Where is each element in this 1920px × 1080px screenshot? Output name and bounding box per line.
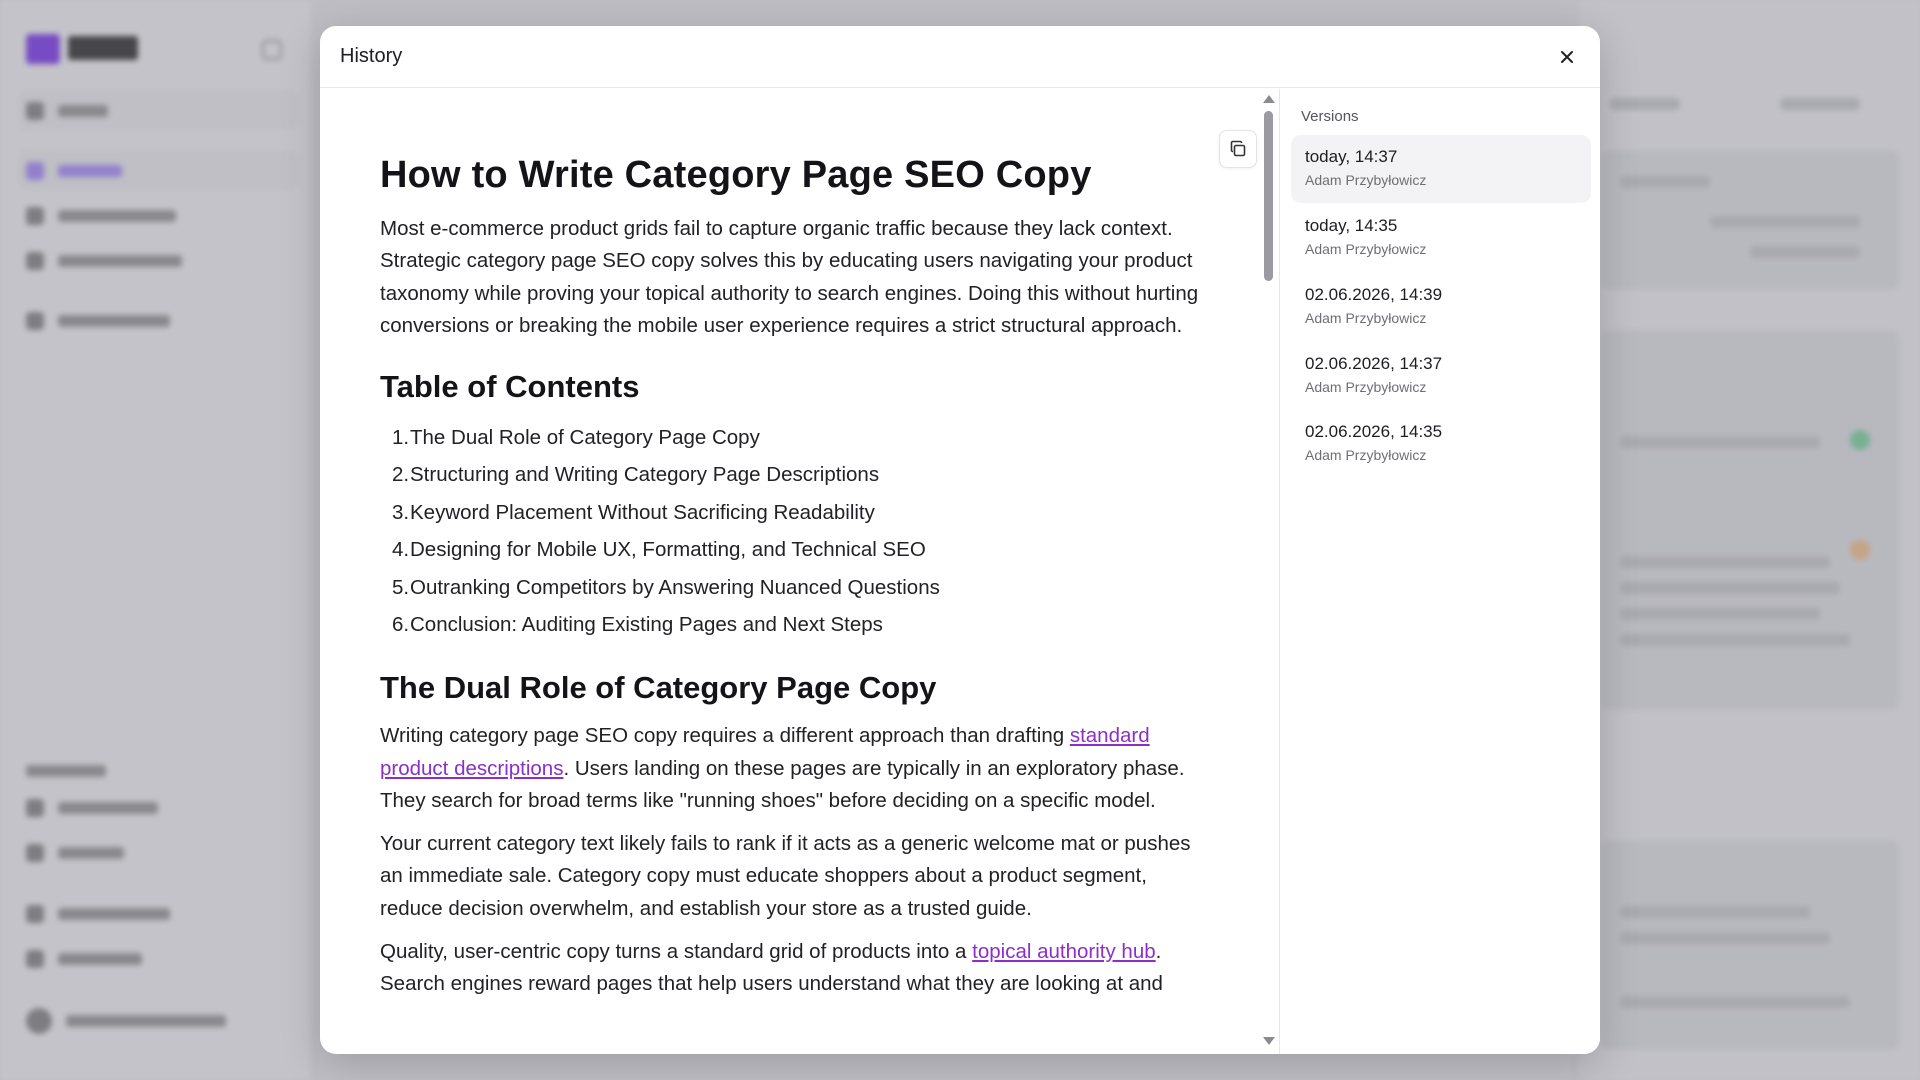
version-author: Adam Przybyłowicz <box>1305 310 1427 326</box>
article-intro-paragraph: Most e-commerce product grids fail to ca… <box>380 216 1199 338</box>
toc-item: 4.Designing for Mobile UX, Formatting, a… <box>392 538 926 562</box>
modal-title: History <box>340 45 403 67</box>
version-article: How to Write Category Page SEO Copy Most… <box>380 89 1210 1054</box>
close-icon <box>1561 51 1573 63</box>
toc-item: 2.Structuring and Writing Category Page … <box>392 463 880 487</box>
version-author: Adam Przybyłowicz <box>1305 172 1427 188</box>
content-scrollbar[interactable] <box>1260 89 1278 1054</box>
toc-item: 1.The Dual Role of Category Page Copy <box>392 425 760 449</box>
table-of-contents: 1.The Dual Role of Category Page Copy 2.… <box>380 419 1210 644</box>
article-paragraph: Writing category page SEO copy requires … <box>380 723 1185 813</box>
version-item[interactable]: 02.06.2026, 14:35 Adam Przybyłowicz <box>1291 410 1591 478</box>
versions-panel: Versions today, 14:37 Adam Przybyłowicz … <box>1281 89 1600 1054</box>
history-modal: History How to Write Category Page SEO C… <box>320 26 1600 1054</box>
section-heading: The Dual Role of Category Page Copy <box>380 669 937 705</box>
version-content-pane: How to Write Category Page SEO Copy Most… <box>320 89 1280 1054</box>
close-button[interactable] <box>1552 42 1582 72</box>
toc-heading: Table of Contents <box>380 368 640 404</box>
scrollbar-thumb[interactable] <box>1264 111 1273 281</box>
copy-content-button[interactable] <box>1219 130 1257 168</box>
version-time: 02.06.2026, 14:37 <box>1305 354 1443 373</box>
toc-item: 6.Conclusion: Auditing Existing Pages an… <box>392 613 883 637</box>
toc-item: 3.Keyword Placement Without Sacrificing … <box>392 500 875 524</box>
article-paragraph: Quality, user-centric copy turns a stand… <box>380 939 1163 996</box>
article-paragraph: Your current category text likely fails … <box>380 831 1191 920</box>
topical-authority-hub-link[interactable]: topical authority hub <box>972 940 1155 963</box>
scroll-down-arrow-icon[interactable] <box>1263 1037 1275 1045</box>
modal-header: History <box>320 26 1600 88</box>
version-author: Adam Przybyłowicz <box>1305 241 1427 257</box>
copy-icon <box>1230 140 1246 157</box>
version-time: 02.06.2026, 14:35 <box>1305 422 1443 441</box>
version-time: 02.06.2026, 14:39 <box>1305 285 1443 304</box>
toc-item: 5.Outranking Competitors by Answering Nu… <box>392 575 940 599</box>
version-item[interactable]: today, 14:37 Adam Przybyłowicz <box>1291 135 1591 203</box>
version-time: today, 14:35 <box>1305 216 1398 235</box>
version-item[interactable]: 02.06.2026, 14:37 Adam Przybyłowicz <box>1291 342 1591 410</box>
version-author: Adam Przybyłowicz <box>1305 379 1427 395</box>
scroll-up-arrow-icon[interactable] <box>1263 95 1275 103</box>
version-time: today, 14:37 <box>1305 147 1398 166</box>
version-item[interactable]: 02.06.2026, 14:39 Adam Przybyłowicz <box>1291 273 1591 341</box>
version-author: Adam Przybyłowicz <box>1305 447 1427 463</box>
article-title: How to Write Category Page SEO Copy <box>380 154 1092 196</box>
version-item[interactable]: today, 14:35 Adam Przybyłowicz <box>1291 204 1591 272</box>
versions-label: Versions <box>1301 108 1359 125</box>
